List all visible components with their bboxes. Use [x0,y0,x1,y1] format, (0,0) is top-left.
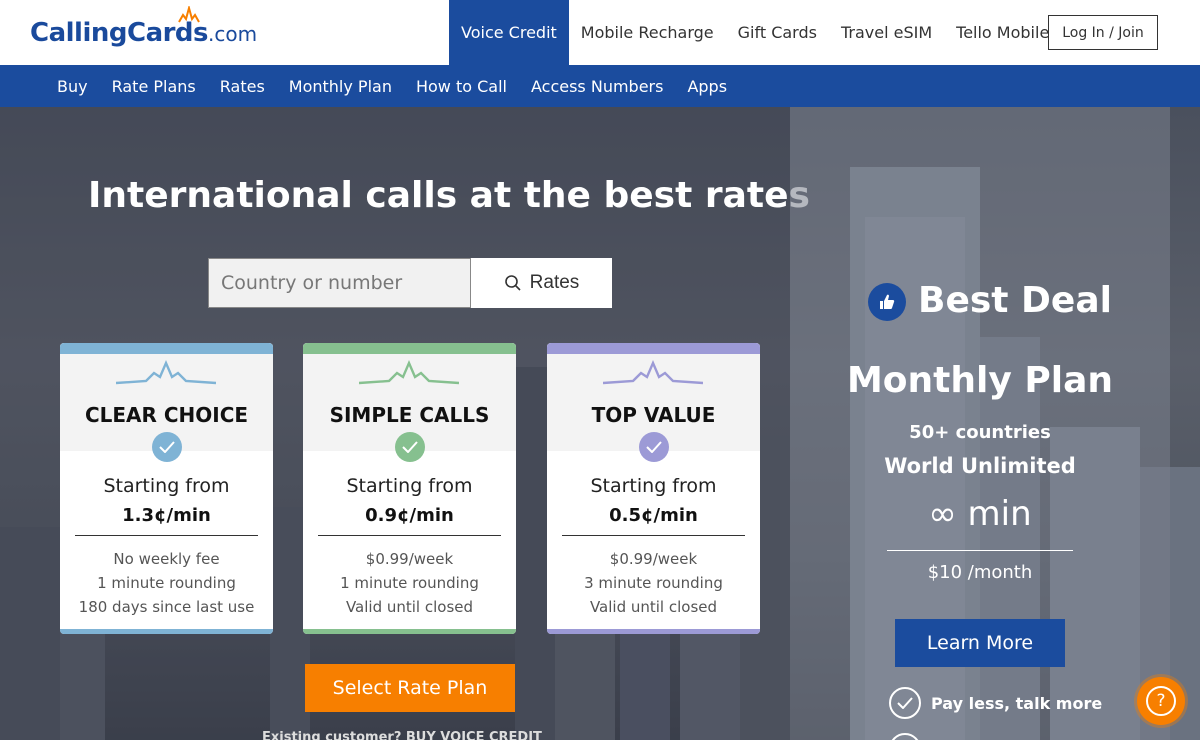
check-icon [395,432,425,462]
topnav-tello-mobile[interactable]: Tello Mobile [944,0,1061,65]
monthly-plan-title: Monthly Plan [846,360,1113,401]
card-feature: 1 minute rounding [97,574,236,592]
hero-title: International calls at the best rates [88,175,810,216]
login-join-button[interactable]: Log In / Join [1048,15,1158,50]
top-header: CallingCards.com Voice Credit Mobile Rec… [0,0,1200,65]
search-icon [504,275,521,291]
subnav-access-numbers[interactable]: Access Numbers [519,77,675,96]
card-feature: $0.99/week [365,550,454,568]
sub-navigation: Buy Rate Plans Rates Monthly Plan How to… [0,65,1200,107]
top-navigation: Voice Credit Mobile Recharge Gift Cards … [449,0,1061,65]
card-title: TOP VALUE [591,403,716,427]
existing-customer-text[interactable]: Existing customer? BUY VOICE CREDIT [262,730,542,740]
card-starting-label: Starting from [103,475,230,497]
rates-button-label: Rates [529,272,580,293]
check-icon [152,432,182,462]
best-deal-title: Best Deal [918,280,1112,321]
monthly-price: $10 /month [927,562,1033,583]
subnav-apps[interactable]: Apps [675,77,739,96]
topnav-mobile-recharge[interactable]: Mobile Recharge [569,0,726,65]
card-price: 0.5¢/min [609,505,698,526]
world-unlimited-text: World Unlimited [884,454,1076,478]
card-feature: 3 minute rounding [584,574,723,592]
burst-icon [359,359,459,385]
card-feature: Valid until closed [589,598,718,616]
card-feature: 1 minute rounding [340,574,479,592]
rate-plan-card-clear-choice[interactable]: CLEAR CHOICE Starting from 1.3¢/min No w… [60,343,273,634]
question-mark-icon: ? [1146,686,1176,716]
card-feature: 180 days since last use [78,598,255,616]
card-title: SIMPLE CALLS [329,403,490,427]
benefit-text: Pay less, talk more [931,693,1103,713]
card-price: 0.9¢/min [365,505,454,526]
rate-search: Rates [208,258,612,308]
rates-search-button[interactable]: Rates [471,258,612,308]
subnav-buy[interactable]: Buy [45,77,100,96]
help-button[interactable]: ? [1137,677,1185,725]
rate-plan-card-simple-calls[interactable]: SIMPLE CALLS Starting from 0.9¢/min $0.9… [303,343,516,634]
card-starting-label: Starting from [590,475,717,497]
subnav-monthly-plan[interactable]: Monthly Plan [277,77,404,96]
card-feature: $0.99/week [609,550,698,568]
subnav-how-to-call[interactable]: How to Call [404,77,519,96]
check-circle-icon [889,687,921,719]
thumbs-up-icon [868,283,906,321]
subnav-rates[interactable]: Rates [208,77,277,96]
burst-icon [116,359,216,385]
card-feature: No weekly fee [113,550,220,568]
select-rate-plan-button[interactable]: Select Rate Plan [305,664,515,712]
topnav-gift-cards[interactable]: Gift Cards [726,0,829,65]
card-feature: Valid until closed [345,598,474,616]
card-starting-label: Starting from [346,475,473,497]
topnav-travel-esim[interactable]: Travel eSIM [829,0,944,65]
country-search-input[interactable] [208,258,471,308]
burst-icon [603,359,703,385]
benefit-item: Pay less, talk more [889,687,1102,719]
countries-text: 50+ countries [909,422,1051,443]
topnav-voice-credit[interactable]: Voice Credit [449,0,569,65]
logo-star-icon [178,6,200,23]
subnav-rate-plans[interactable]: Rate Plans [100,77,208,96]
learn-more-button[interactable]: Learn More [895,619,1065,667]
check-icon [639,432,669,462]
card-title: CLEAR CHOICE [84,403,249,427]
brand-logo[interactable]: CallingCards.com [30,6,258,52]
rate-plan-card-top-value[interactable]: TOP VALUE Starting from 0.5¢/min $0.99/w… [547,343,760,634]
brand-suffix: .com [208,22,258,46]
card-price: 1.3¢/min [122,505,211,526]
unlimited-minutes-text: ∞ min [928,494,1032,534]
